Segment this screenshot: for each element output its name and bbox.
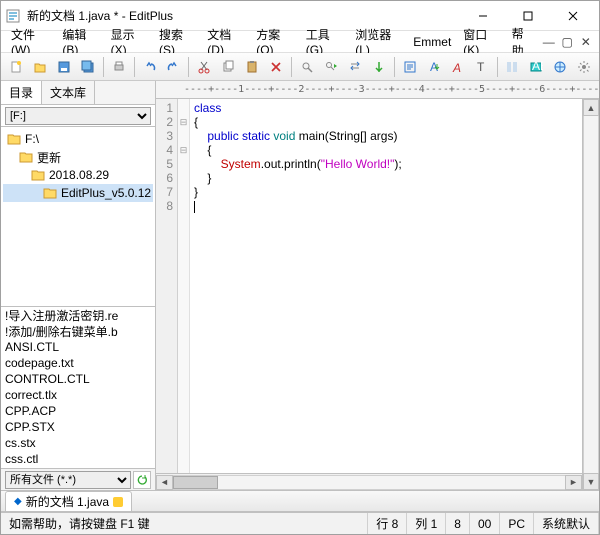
- find-icon[interactable]: [296, 56, 318, 78]
- menu-tools[interactable]: 工具(G): [300, 32, 350, 52]
- drive-select[interactable]: [F:]: [5, 107, 151, 125]
- scroll-right-icon[interactable]: ►: [565, 475, 582, 490]
- refresh-button[interactable]: [133, 471, 151, 489]
- menu-view[interactable]: 显示(X): [105, 32, 153, 52]
- tree-node: 2018.08.29: [3, 166, 153, 184]
- svg-text:A: A: [452, 61, 461, 74]
- ruler: ----+----1----+----2----+----3----+----4…: [156, 81, 599, 99]
- text-cursor: [194, 201, 195, 213]
- line-gutter: 12345678: [156, 99, 178, 473]
- file-item[interactable]: CPP.ACP: [1, 403, 155, 419]
- status-line: 行 8: [368, 513, 407, 534]
- status-v2: 00: [470, 513, 500, 534]
- delete-icon[interactable]: [265, 56, 287, 78]
- menu-document[interactable]: 文档(D): [201, 32, 250, 52]
- status-col: 列 1: [407, 513, 446, 534]
- copy-icon[interactable]: [217, 56, 239, 78]
- menu-edit[interactable]: 编辑(B): [56, 32, 104, 52]
- sidebar-tab-cliptext[interactable]: 文本库: [42, 81, 95, 104]
- close-button[interactable]: [550, 2, 595, 30]
- file-item[interactable]: CONTROL.CTL: [1, 371, 155, 387]
- sidebar: 目录 文本库 [F:] F:\ 更新 2018.08.29 EditPlus_v…: [1, 81, 156, 490]
- menu-file[interactable]: 文件(W): [5, 32, 56, 52]
- file-item[interactable]: css.ctl: [1, 451, 155, 467]
- find-next-icon[interactable]: [320, 56, 342, 78]
- file-item[interactable]: !添加/删除右键菜单.b: [1, 323, 155, 339]
- font-down-icon[interactable]: A: [423, 56, 445, 78]
- goto-icon[interactable]: [368, 56, 390, 78]
- paste-icon[interactable]: [241, 56, 263, 78]
- statusbar: 如需帮助，请按键盘 F1 键 行 8 列 1 8 00 PC 系统默认: [1, 512, 599, 534]
- browser-icon[interactable]: [549, 56, 571, 78]
- code-text[interactable]: class { public static void main(String[]…: [190, 99, 582, 473]
- file-item[interactable]: codepage.txt: [1, 355, 155, 371]
- svg-text:AB: AB: [532, 60, 543, 73]
- vertical-scrollbar[interactable]: ▲ ▼: [582, 99, 599, 490]
- file-item[interactable]: correct.tlx: [1, 387, 155, 403]
- status-help: 如需帮助，请按键盘 F1 键: [1, 513, 368, 534]
- menu-project[interactable]: 方案(O): [250, 32, 300, 52]
- file-item[interactable]: cs.stx: [1, 435, 155, 451]
- word-wrap-icon[interactable]: [399, 56, 421, 78]
- tree-node-selected: EditPlus_v5.0.12: [3, 184, 153, 202]
- highlight-icon[interactable]: AB: [525, 56, 547, 78]
- modified-icon: [113, 497, 123, 507]
- save-all-icon[interactable]: [77, 56, 99, 78]
- document-tab[interactable]: ◆ 新的文档 1.java: [5, 491, 132, 511]
- sidebar-tab-directory[interactable]: 目录: [1, 81, 42, 104]
- menu-help[interactable]: 帮助: [506, 32, 540, 52]
- tree-node: 更新: [3, 148, 153, 166]
- file-filter-select[interactable]: 所有文件 (*.*): [5, 471, 131, 489]
- horizontal-scrollbar[interactable]: ◄ ►: [156, 473, 582, 490]
- document-tabs: ◆ 新的文档 1.java: [1, 490, 599, 512]
- tab-marker-icon: ◆: [14, 496, 22, 507]
- file-item[interactable]: CPP.STX: [1, 419, 155, 435]
- window-title: 新的文档 1.java * - EditPlus: [27, 7, 460, 24]
- scroll-down-icon[interactable]: ▼: [583, 473, 599, 490]
- svg-text:T: T: [477, 60, 485, 74]
- new-file-icon[interactable]: [5, 56, 27, 78]
- code-area[interactable]: 12345678 ⊟⊟ class { public static void m…: [156, 99, 582, 473]
- toolbar: A A T AB: [1, 53, 599, 81]
- file-item[interactable]: !导入注册激活密钥.re: [1, 307, 155, 323]
- app-icon: [5, 8, 21, 24]
- redo-icon[interactable]: [163, 56, 185, 78]
- tab-label: 新的文档 1.java: [26, 493, 109, 510]
- file-list[interactable]: !导入注册激活密钥.re !添加/删除右键菜单.b ANSI.CTL codep…: [1, 307, 155, 468]
- font-up-icon[interactable]: A: [447, 56, 469, 78]
- file-item[interactable]: ANSI.CTL: [1, 339, 155, 355]
- status-v1: 8: [446, 513, 470, 534]
- menu-emmet[interactable]: Emmet: [407, 32, 457, 52]
- save-icon[interactable]: [53, 56, 75, 78]
- cut-icon[interactable]: [193, 56, 215, 78]
- status-mode: PC: [500, 513, 534, 534]
- print-icon[interactable]: [108, 56, 130, 78]
- status-encoding: 系统默认: [534, 513, 599, 534]
- scroll-left-icon[interactable]: ◄: [156, 475, 173, 490]
- editor: ----+----1----+----2----+----3----+----4…: [156, 81, 599, 490]
- column-icon[interactable]: [502, 56, 524, 78]
- menu-search[interactable]: 搜索(S): [153, 32, 201, 52]
- settings-icon[interactable]: [573, 56, 595, 78]
- font-icon[interactable]: T: [471, 56, 493, 78]
- menu-browser[interactable]: 浏览器(L): [349, 32, 407, 52]
- fold-column[interactable]: ⊟⊟: [178, 99, 190, 473]
- folder-tree[interactable]: F:\ 更新 2018.08.29 EditPlus_v5.0.12: [1, 127, 155, 307]
- menubar: 文件(W) 编辑(B) 显示(X) 搜索(S) 文档(D) 方案(O) 工具(G…: [1, 31, 599, 53]
- mdi-close-icon[interactable]: ✕: [578, 34, 593, 50]
- open-icon[interactable]: [29, 56, 51, 78]
- mdi-restore-icon[interactable]: ▢: [560, 34, 575, 50]
- replace-icon[interactable]: [344, 56, 366, 78]
- scroll-thumb[interactable]: [173, 476, 218, 489]
- undo-icon[interactable]: [139, 56, 161, 78]
- mdi-minimize-icon[interactable]: —: [541, 34, 556, 50]
- scroll-up-icon[interactable]: ▲: [583, 99, 599, 116]
- tree-node: F:\: [3, 130, 153, 148]
- menu-window[interactable]: 窗口(K): [457, 32, 505, 52]
